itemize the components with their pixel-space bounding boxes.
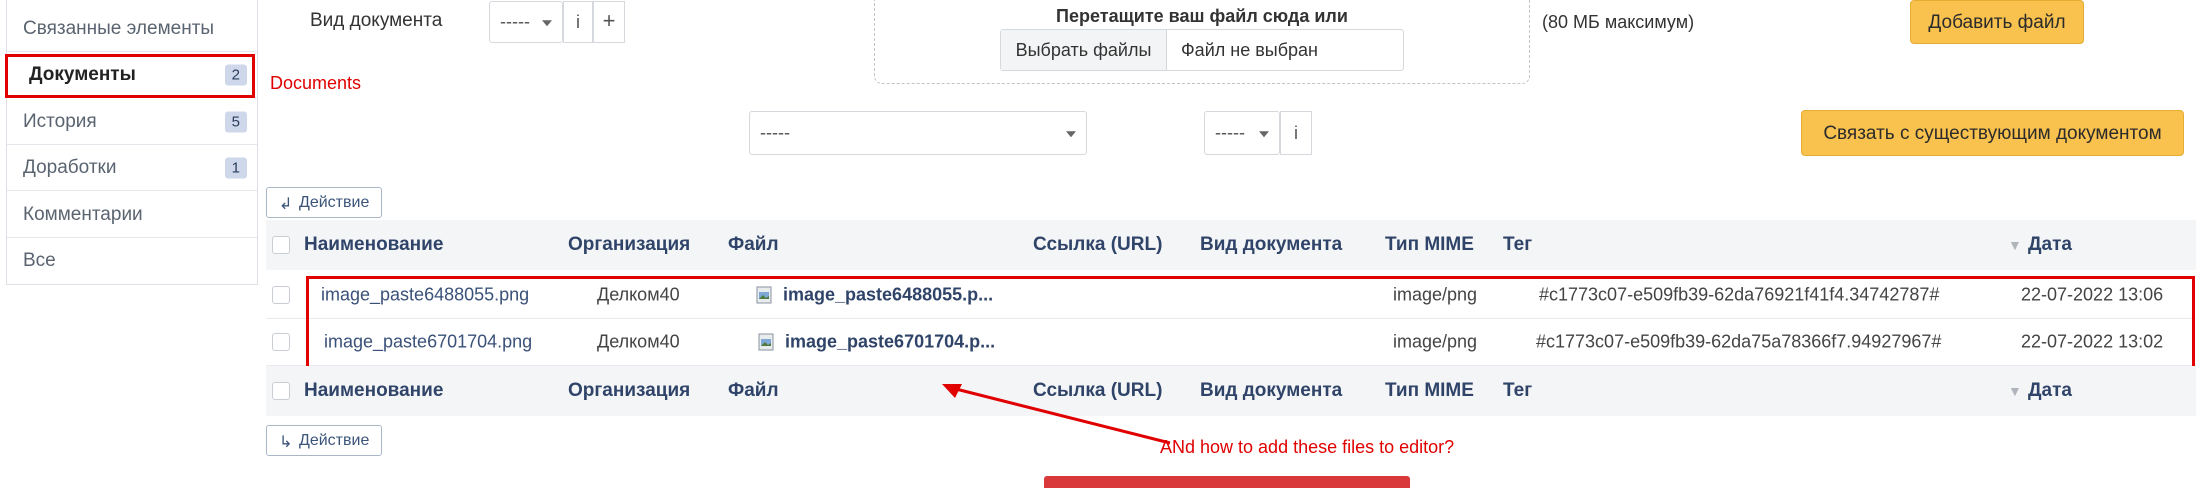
sidebar-item-label: Все <box>23 250 56 271</box>
row-checkbox[interactable] <box>272 333 290 351</box>
action-button-top[interactable]: ↲ Действие <box>266 187 382 218</box>
column-header-doc-type[interactable]: Вид документа <box>1200 234 1342 256</box>
column-header-url[interactable]: Ссылка (URL) <box>1033 234 1162 256</box>
dropzone-text: Перетащите ваш файл сюда или <box>1056 6 1348 26</box>
add-file-button[interactable]: Добавить файл <box>1910 0 2084 44</box>
column-header-tag[interactable]: Тег <box>1503 380 1532 402</box>
column-header-file[interactable]: Файл <box>728 380 779 402</box>
documents-note: Documents <box>270 73 362 93</box>
link-existing-document-button[interactable]: Связать с существующим документом <box>1801 110 2184 156</box>
count-badge: 1 <box>224 157 247 178</box>
select-value: ----- <box>760 122 790 143</box>
column-header-org[interactable]: Организация <box>568 234 690 256</box>
question-note: ANd how to add these files to editor? <box>1160 437 1455 457</box>
highlight-rows <box>306 276 2195 373</box>
action-label: Действие <box>299 432 370 449</box>
sidebar-item-label: Доработки <box>23 156 117 178</box>
chevron-down-icon <box>1259 131 1269 138</box>
corner-arrow-icon: ↲ <box>279 196 293 213</box>
column-header-org[interactable]: Организация <box>568 380 690 402</box>
column-header-mime[interactable]: Тип MIME <box>1385 380 1474 402</box>
table-footer: Наименование Организация Файл Ссылка (UR… <box>266 366 2196 416</box>
sort-arrow-icon: ▼ <box>2008 237 2022 253</box>
file-input[interactable]: Выбрать файлы Файл не выбран <box>1000 29 1404 71</box>
link-type-select[interactable]: ----- <box>1204 111 1280 155</box>
sidebar-item-label: Связанные элементы <box>23 17 215 39</box>
column-header-name[interactable]: Наименование <box>304 234 443 256</box>
sidebar-item-related[interactable]: Связанные элементы <box>7 6 257 52</box>
action-button-bottom[interactable]: ↳ Действие <box>266 425 382 456</box>
no-file-text: Файл не выбран <box>1181 40 1318 60</box>
info-button[interactable]: i <box>1280 111 1312 155</box>
column-header-name[interactable]: Наименование <box>304 380 443 402</box>
count-badge: 5 <box>224 111 247 132</box>
sidebar-item-label: История <box>23 110 97 132</box>
existing-document-select[interactable]: ----- <box>749 111 1087 155</box>
select-value: ----- <box>1215 122 1245 143</box>
chevron-down-icon <box>1066 131 1076 138</box>
doc-type-select[interactable]: ----- <box>489 1 563 43</box>
sidebar: Связанные элементы Документы 2 История 5… <box>6 0 258 285</box>
highlight-documents <box>5 54 255 98</box>
sidebar-item-all[interactable]: Все <box>7 238 257 284</box>
column-header-mime[interactable]: Тип MIME <box>1385 234 1474 256</box>
sidebar-item-improvements[interactable]: Доработки 1 <box>7 145 257 191</box>
sort-arrow-icon: ▼ <box>2008 383 2022 399</box>
column-header-tag[interactable]: Тег <box>1503 234 1532 256</box>
table-header: Наименование Организация Файл Ссылка (UR… <box>266 220 2196 270</box>
select-all-checkbox[interactable] <box>272 382 290 400</box>
column-header-date[interactable]: Дата <box>2028 234 2072 256</box>
select-value: ----- <box>500 11 530 32</box>
row-checkbox[interactable] <box>272 286 290 304</box>
column-header-date[interactable]: Дата <box>2028 380 2072 402</box>
choose-files-button[interactable]: Выбрать файлы <box>1001 30 1167 70</box>
doc-type-label: Вид документа <box>310 10 443 31</box>
column-header-doc-type[interactable]: Вид документа <box>1200 380 1342 402</box>
sidebar-item-comments[interactable]: Комментарии <box>7 192 257 238</box>
sidebar-item-history[interactable]: История 5 <box>7 99 257 145</box>
chevron-down-icon <box>542 20 552 27</box>
red-arrow-annotation <box>942 384 1171 445</box>
sidebar-item-label: Комментарии <box>23 203 143 225</box>
corner-arrow-icon: ↳ <box>279 434 293 451</box>
column-header-file[interactable]: Файл <box>728 234 779 256</box>
action-label: Действие <box>299 194 370 211</box>
red-button-partial[interactable] <box>1044 476 1410 488</box>
max-size-text: (80 МБ максимум) <box>1542 12 1695 32</box>
select-all-checkbox[interactable] <box>272 236 290 254</box>
info-button[interactable]: i <box>563 1 593 43</box>
add-doc-type-button[interactable]: + <box>593 1 625 43</box>
